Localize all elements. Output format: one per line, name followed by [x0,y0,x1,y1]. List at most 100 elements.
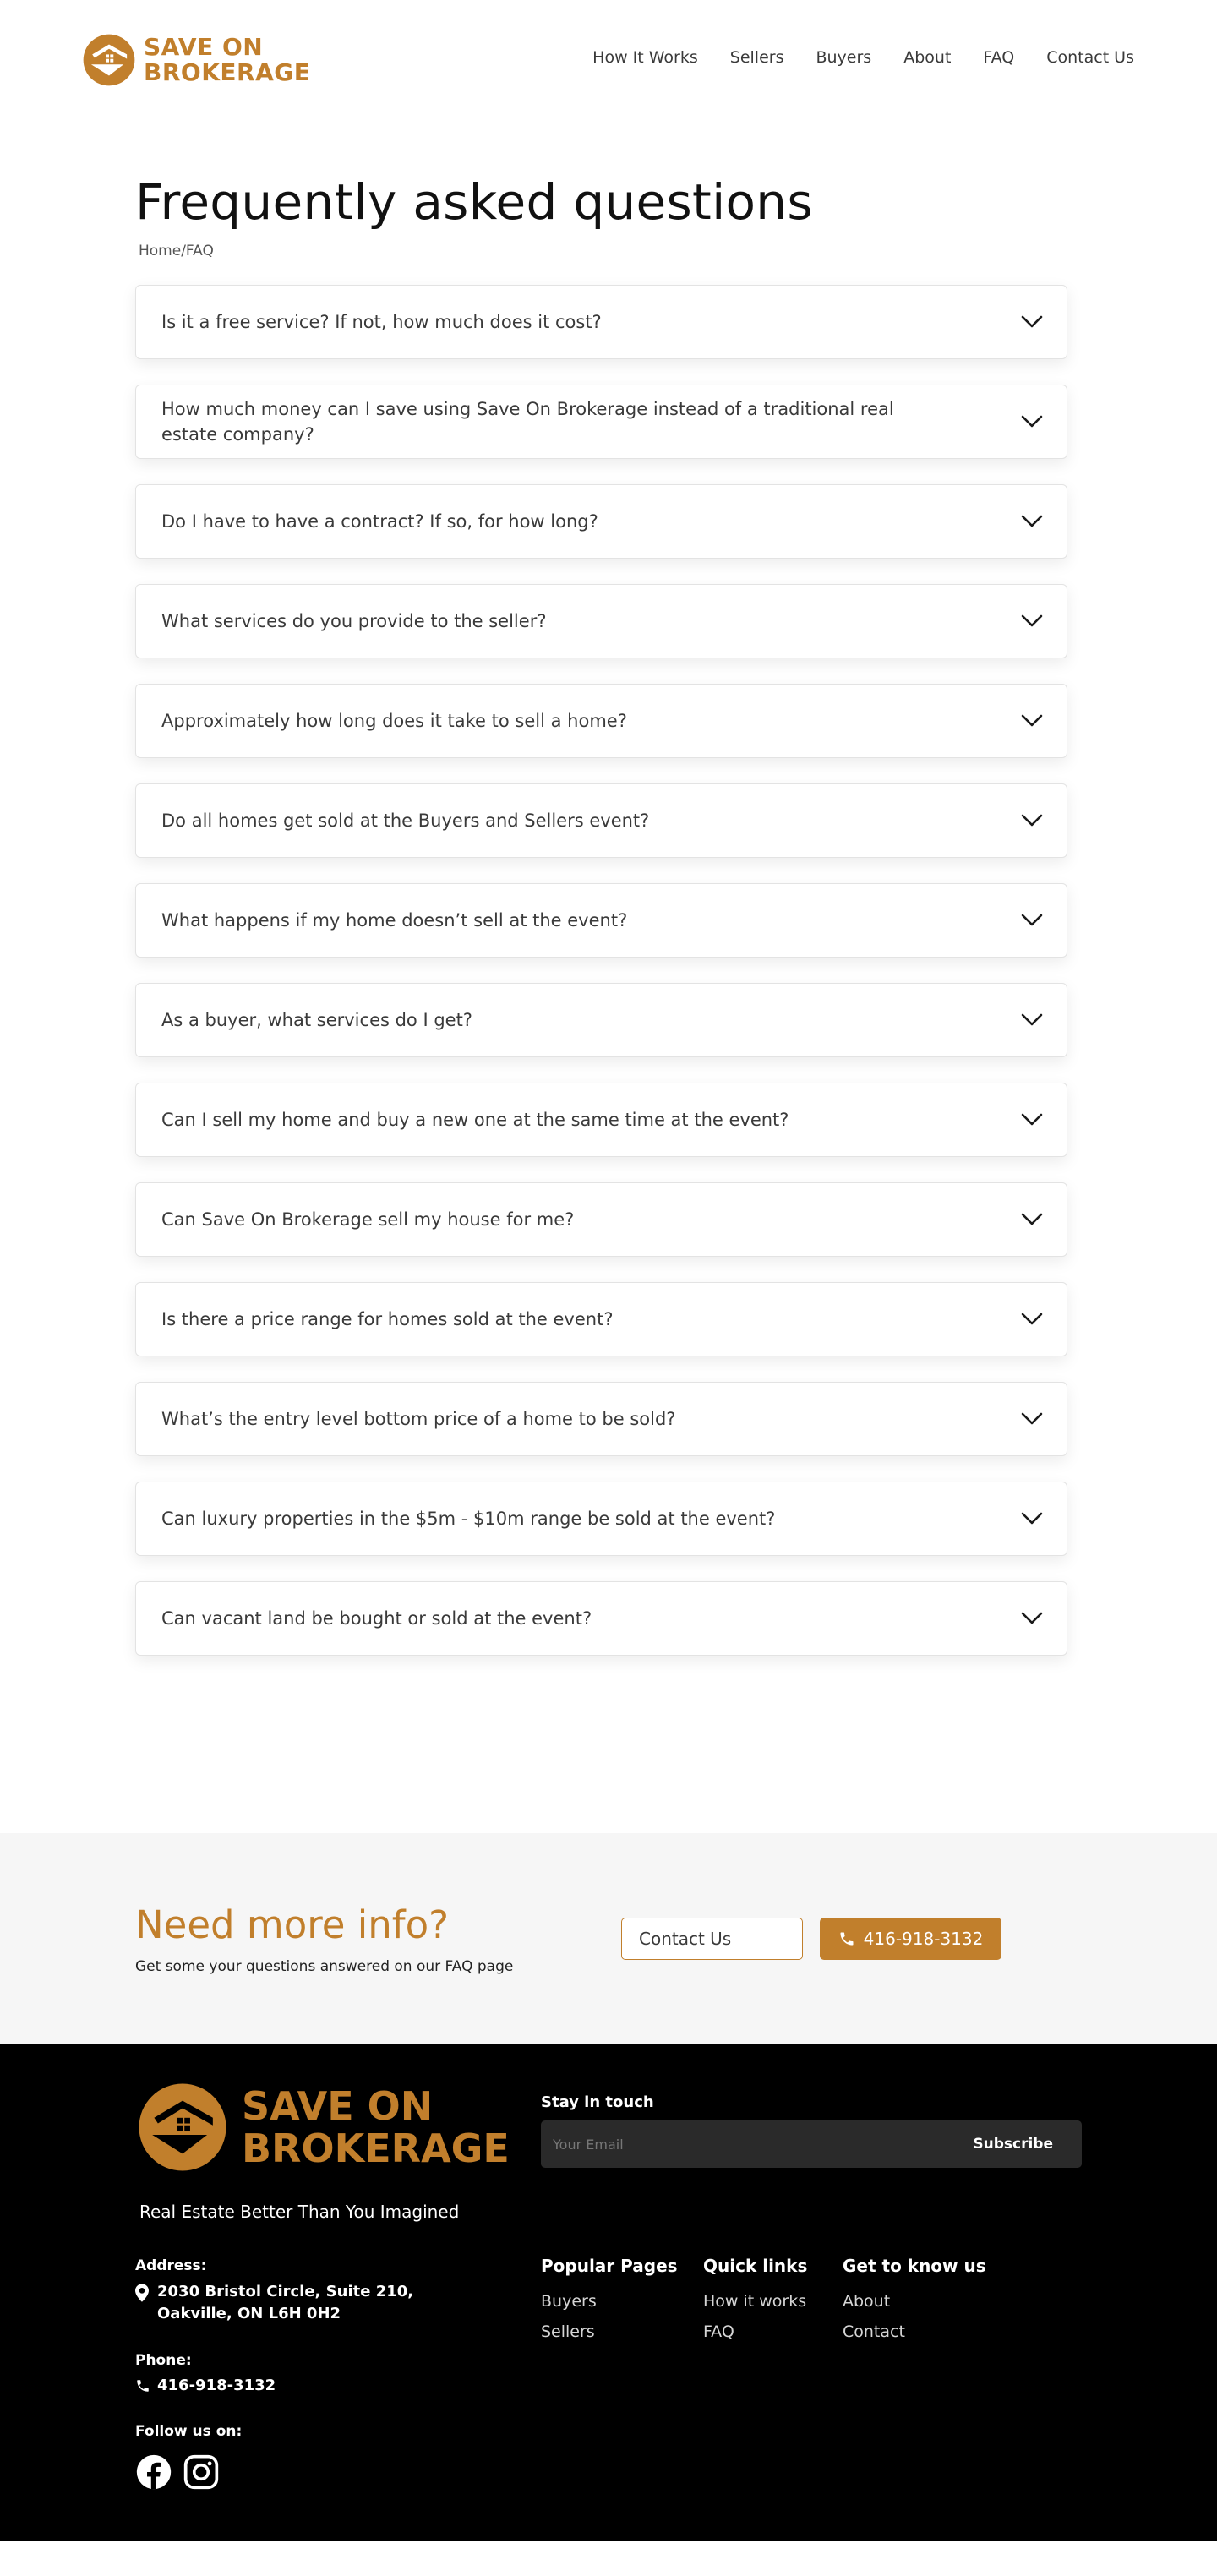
phone-icon [840,1932,854,1946]
instagram-icon[interactable] [183,2453,220,2491]
address-line1: 2030 Bristol Circle, Suite 210, [157,2283,414,2300]
faq-item[interactable]: Can I sell my home and buy a new one at … [135,1083,1067,1157]
faq-item[interactable]: Can vacant land be bought or sold at the… [135,1581,1067,1656]
footer-col-get-to-know-us: Get to know us About Contact [843,2256,986,2347]
cta-section: Need more info? Get some your questions … [0,1833,1217,2044]
nav-about[interactable]: About [903,48,951,67]
faq-item[interactable]: Do I have to have a contract? If so, for… [135,484,1067,559]
chevron-down-icon[interactable] [1021,1313,1043,1326]
chevron-down-icon[interactable] [1021,614,1043,628]
chevron-down-icon[interactable] [1021,1213,1043,1226]
footer-col-title: Popular Pages [541,2256,678,2276]
faq-question: How much money can I save using Save On … [161,399,894,445]
social-links [135,2453,220,2491]
call-phone-button[interactable]: 416-918-3132 [820,1918,1001,1960]
address-block: 2030 Bristol Circle, Suite 210, Oakville… [135,2281,413,2325]
chevron-down-icon[interactable] [1021,1612,1043,1625]
faq-question: Can vacant land be bought or sold at the… [161,1608,592,1629]
faq-question: As a buyer, what services do I get? [161,1010,472,1030]
faq-question: Do I have to have a contract? If so, for… [161,511,598,532]
faq-question: Is there a price range for homes sold at… [161,1309,614,1329]
nav-how-it-works[interactable]: How It Works [592,48,698,67]
subscribe-button[interactable]: Subscribe [973,2136,1053,2153]
chevron-down-icon[interactable] [1021,415,1043,428]
nav-buyers[interactable]: Buyers [816,48,871,67]
faq-item[interactable]: Is it a free service? If not, how much d… [135,285,1067,359]
faq-item[interactable]: What’s the entry level bottom price of a… [135,1382,1067,1456]
faq-list: Is it a free service? If not, how much d… [135,285,1067,1656]
logo-text-line1: SAVE ON [144,33,264,61]
faq-item[interactable]: As a buyer, what services do I get? [135,983,1067,1057]
faq-item[interactable]: Is there a price range for homes sold at… [135,1282,1067,1356]
footer-col-title: Get to know us [843,2256,986,2276]
footer-link-sellers[interactable]: Sellers [541,2317,678,2347]
footer-link-faq[interactable]: FAQ [703,2317,807,2347]
brand-logo[interactable]: SAVE ON BROKERAGE [81,32,310,88]
chevron-down-icon[interactable] [1021,1512,1043,1525]
footer-col-quick-links: Quick links How it works FAQ [703,2256,807,2347]
faq-item[interactable]: Approximately how long does it take to s… [135,684,1067,758]
faq-question: Approximately how long does it take to s… [161,711,627,731]
chevron-down-icon[interactable] [1021,315,1043,329]
phone-label: Phone: [135,2352,192,2369]
chevron-down-icon[interactable] [1021,714,1043,728]
site-footer: SAVE ON BROKERAGE Real Estate Better Tha… [0,2044,1217,2541]
address-line2: Oakville, ON L6H 0H2 [157,2305,341,2322]
footer-col-title: Quick links [703,2256,808,2276]
faq-question: What’s the entry level bottom price of a… [161,1409,676,1429]
footer-tagline: Real Estate Better Than You Imagined [139,2202,460,2222]
call-phone-label: 416-918-3132 [863,1929,984,1949]
nav-contact-us[interactable]: Contact Us [1046,48,1134,67]
footer-logo-text-line1: SAVE ON [242,2083,434,2129]
chevron-down-icon[interactable] [1021,1113,1043,1127]
email-input[interactable] [553,2136,908,2153]
faq-question: What services do you provide to the sell… [161,611,547,631]
faq-main: Frequently asked questions Home/FAQ Is i… [0,173,1217,1656]
newsletter-form: Subscribe [541,2120,1082,2168]
faq-item[interactable]: Can luxury properties in the $5m - $10m … [135,1482,1067,1556]
chevron-down-icon[interactable] [1021,914,1043,927]
faq-question: Is it a free service? If not, how much d… [161,312,602,332]
footer-phone-number: 416-918-3132 [157,2377,276,2394]
footer-link-contact[interactable]: Contact [843,2317,986,2347]
footer-logo-text-line2: BROKERAGE [242,2126,510,2171]
cta-subtitle: Get some your questions answered on our … [135,1958,514,1975]
faq-question: Can I sell my home and buy a new one at … [161,1110,789,1130]
footer-logo[interactable]: SAVE ON BROKERAGE [135,2080,510,2175]
footer-phone[interactable]: 416-918-3132 [135,2377,276,2394]
footer-link-how-it-works[interactable]: How it works [703,2286,807,2317]
faq-question: Do all homes get sold at the Buyers and … [161,810,650,831]
address-label: Address: [135,2257,207,2274]
footer-link-buyers[interactable]: Buyers [541,2286,678,2317]
chevron-down-icon[interactable] [1021,1412,1043,1426]
faq-question: What happens if my home doesn’t sell at … [161,910,628,931]
chevron-down-icon[interactable] [1021,814,1043,827]
faq-item[interactable]: Do all homes get sold at the Buyers and … [135,783,1067,858]
breadcrumb[interactable]: Home/FAQ [139,243,1067,259]
faq-item[interactable]: How much money can I save using Save On … [135,385,1067,459]
contact-us-label: Contact Us [639,1929,732,1949]
nav-faq[interactable]: FAQ [983,48,1014,67]
follow-label: Follow us on: [135,2423,243,2440]
faq-question: Can luxury properties in the $5m - $10m … [161,1509,776,1529]
faq-item[interactable]: What happens if my home doesn’t sell at … [135,883,1067,958]
cta-title: Need more info? [135,1902,450,1947]
faq-item[interactable]: What services do you provide to the sell… [135,584,1067,658]
site-header: SAVE ON BROKERAGE How It Works Sellers B… [0,0,1217,118]
map-pin-icon [135,2284,149,2302]
footer-link-about[interactable]: About [843,2286,986,2317]
logo-mark-icon [83,34,135,86]
faq-question: Can Save On Brokerage sell my house for … [161,1209,575,1230]
footer-col-popular-pages: Popular Pages Buyers Sellers [541,2256,678,2347]
facebook-icon[interactable] [135,2453,172,2491]
logo-text-line2: BROKERAGE [144,58,311,86]
page-title: Frequently asked questions [135,173,813,231]
nav-sellers[interactable]: Sellers [730,48,784,67]
footer-logo-mark-icon [139,2083,226,2171]
chevron-down-icon[interactable] [1021,515,1043,528]
chevron-down-icon[interactable] [1021,1013,1043,1027]
contact-us-button[interactable]: Contact Us [621,1918,803,1960]
main-nav: How It Works Sellers Buyers About FAQ Co… [592,48,1134,67]
faq-item[interactable]: Can Save On Brokerage sell my house for … [135,1182,1067,1257]
footer-phone-icon [137,2379,149,2392]
